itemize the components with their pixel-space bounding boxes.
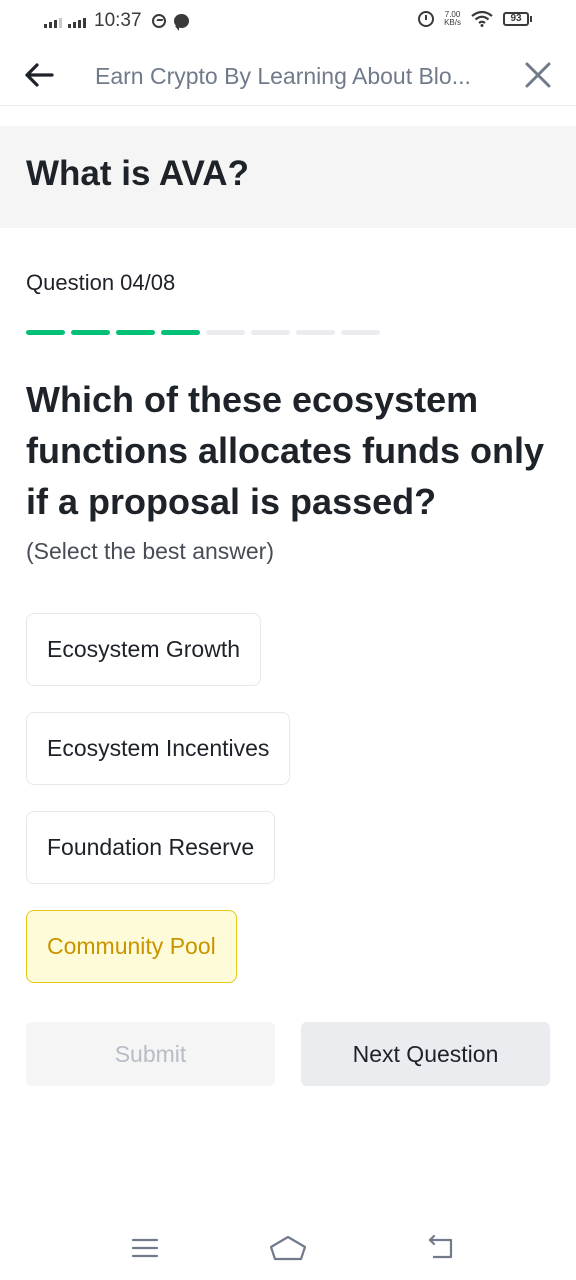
back-icon: [428, 1235, 453, 1259]
close-icon: [525, 62, 551, 88]
progress-segment-pending: [341, 330, 380, 335]
answer-option[interactable]: Ecosystem Growth: [26, 613, 261, 686]
quiz-title-banner: What is AVA?: [0, 126, 576, 228]
back-button[interactable]: [22, 58, 56, 92]
question-counter: Question 04/08: [26, 270, 176, 295]
page-title: What is AVA?: [26, 154, 249, 193]
progress-segment-complete: [116, 330, 155, 335]
next-question-button[interactable]: Next Question: [301, 1022, 550, 1086]
question-hint: (Select the best answer): [26, 538, 275, 564]
arrow-left-icon: [25, 63, 54, 87]
battery-level: 93: [503, 12, 529, 26]
answer-option-selected[interactable]: Community Pool: [26, 910, 237, 983]
answer-option[interactable]: Ecosystem Incentives: [26, 712, 291, 785]
quiz-progress-bar: [26, 330, 380, 335]
nav-back-button[interactable]: [420, 1228, 460, 1268]
signal-icon-sim1: [44, 14, 62, 28]
battery-icon: 93: [503, 12, 532, 26]
chat-bubble-icon: [173, 14, 189, 31]
wifi-icon: [471, 11, 493, 27]
system-nav-bar: [0, 1220, 576, 1280]
header-title: Earn Crypto By Learning About Blo...: [95, 63, 471, 89]
network-speed: 7.00 KB/s: [444, 11, 461, 27]
progress-segment-pending: [296, 330, 335, 335]
nav-home-button[interactable]: [268, 1228, 308, 1268]
progress-segment-complete: [161, 330, 200, 335]
alarm-icon: [418, 11, 435, 27]
signal-icon-sim2: [68, 14, 86, 28]
progress-segment-pending: [251, 330, 290, 335]
question-text: Which of these ecosystem functions alloc…: [26, 379, 545, 522]
messenger-icon: [151, 14, 166, 28]
answer-option[interactable]: Foundation Reserve: [26, 811, 276, 884]
progress-segment-complete: [26, 330, 65, 335]
menu-icon: [131, 1238, 159, 1258]
home-icon: [269, 1235, 307, 1261]
close-button[interactable]: [521, 58, 555, 92]
nav-menu-button[interactable]: [125, 1228, 165, 1268]
progress-segment-pending: [206, 330, 245, 335]
progress-segment-complete: [71, 330, 110, 335]
status-time: 10:37: [94, 10, 142, 31]
submit-button[interactable]: Submit: [26, 1022, 275, 1086]
app-header: Earn Crypto By Learning About Blo...: [0, 44, 576, 106]
network-speed-unit: KB/s: [444, 18, 461, 27]
status-bar: 10:37 7.00 KB/s 93: [0, 0, 576, 44]
